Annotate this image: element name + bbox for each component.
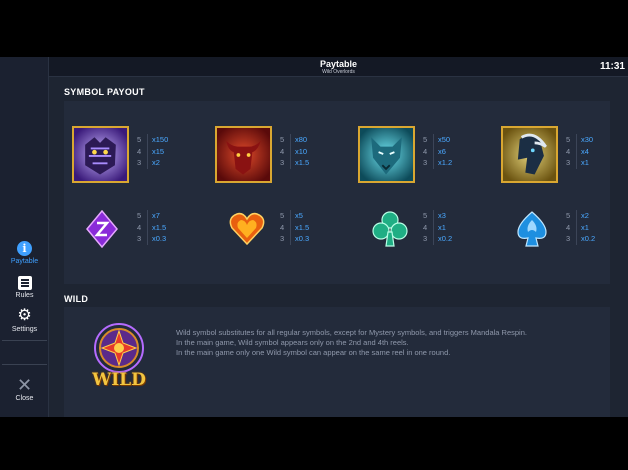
- close-icon: ✕: [16, 375, 33, 395]
- nav-rules[interactable]: Rules: [0, 276, 49, 299]
- clock: 11:31: [599, 61, 625, 72]
- club-icon: [372, 211, 408, 247]
- payout-table-club: 5 x3 4 x1 3 x0.2: [423, 210, 453, 245]
- payout-table-horse: 5 x30 4 x4 3 x1: [566, 134, 594, 169]
- payout-table-diamond: 5 x7 4 x1.5 3 x0.3: [137, 210, 167, 245]
- game-name: Wild Overlords: [322, 69, 355, 75]
- spade-icon: [517, 211, 547, 247]
- nav-paytable-label: Paytable: [10, 258, 39, 265]
- symbol-diamond: [86, 209, 118, 253]
- nav-rules-label: Rules: [15, 292, 34, 299]
- wild-logo-text: WILD: [92, 370, 146, 390]
- tiger-icon: [72, 126, 129, 183]
- nav-settings[interactable]: ⚙ Settings: [0, 307, 49, 334]
- nav-close-label: Close: [15, 395, 34, 402]
- nav-divider: [2, 340, 47, 341]
- payout-table-tiger: 5 x150 4 x15 3 x2: [137, 134, 169, 169]
- rules-icon: [17, 276, 32, 290]
- horse-icon: [501, 126, 558, 183]
- bull-icon: [215, 126, 272, 183]
- side-nav: i Paytable Rules ⚙ Settings ✕ Close: [0, 57, 49, 417]
- nav-paytable[interactable]: i Paytable: [0, 241, 49, 265]
- diamond-icon: [86, 209, 118, 249]
- payout-table-heart: 5 x5 4 x1.5 3 x0.3: [280, 210, 310, 245]
- wild-rule-3: In the main game only one Wild symbol ca…: [176, 348, 451, 358]
- payout-table-spade: 5 x2 4 x1 3 x0.2: [566, 210, 596, 245]
- section-title-symbol-payout: SYMBOL PAYOUT: [64, 87, 145, 97]
- heart-icon: [229, 212, 265, 246]
- symbol-heart: [229, 212, 265, 251]
- info-icon: i: [17, 241, 32, 256]
- page-title: Paytable: [319, 59, 358, 69]
- symbol-club: [372, 210, 408, 253]
- wild-description: Wild symbol substitutes for all regular …: [176, 328, 586, 359]
- wild-symbol: WILD: [86, 322, 152, 394]
- wild-rule-1: Wild symbol substitutes for all regular …: [176, 328, 527, 337]
- symbol-spade: [516, 210, 548, 253]
- nav-divider: [2, 364, 47, 365]
- gear-icon: ⚙: [17, 307, 32, 324]
- wolf-icon: [358, 126, 415, 183]
- payout-table-wolf: 5 x50 4 x6 3 x1.2: [423, 134, 453, 169]
- wild-rule-2: In the main game, Wild symbol appears on…: [176, 338, 409, 348]
- nav-close[interactable]: ✕ Close: [0, 375, 49, 402]
- title-bar: Paytable Wild Overlords 11:31: [49, 57, 628, 77]
- payout-table-bull: 5 x80 4 x10 3 x1.5: [280, 134, 310, 169]
- section-title-wild: WILD: [64, 294, 89, 304]
- nav-settings-label: Settings: [11, 326, 38, 333]
